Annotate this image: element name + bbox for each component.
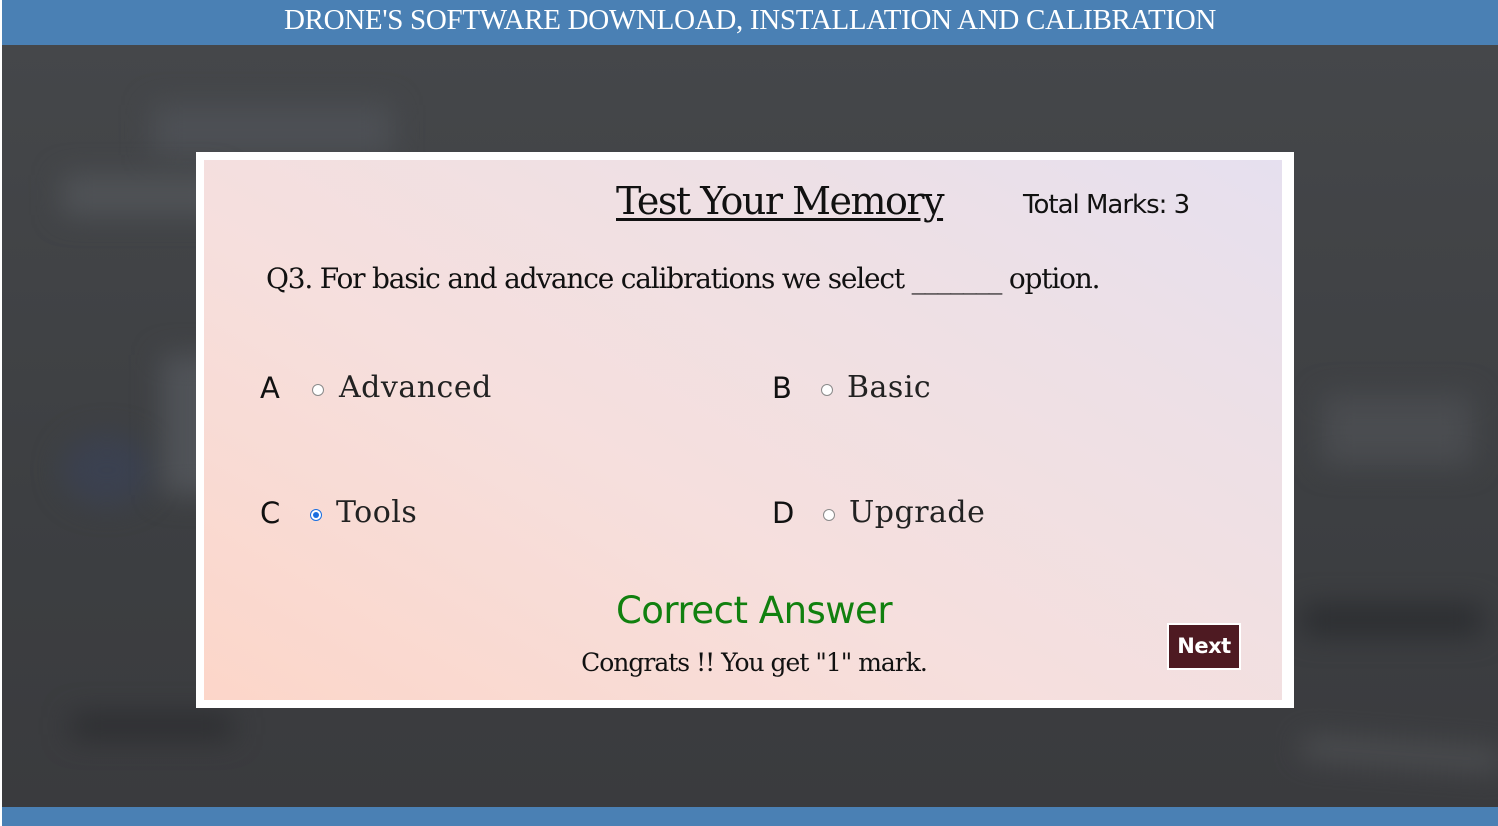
option-c-label[interactable]: Tools xyxy=(336,496,417,530)
option-b-label[interactable]: Basic xyxy=(847,371,931,405)
question-text: Q3. For basic and advance calibrations w… xyxy=(266,262,1100,295)
option-b-letter: B xyxy=(772,371,792,405)
option-a-label[interactable]: Advanced xyxy=(339,371,492,405)
quiz-panel: Test Your Memory Total Marks: 3 Q3. For … xyxy=(204,160,1282,700)
option-a-radio[interactable] xyxy=(312,384,324,396)
total-marks: Total Marks: 3 xyxy=(1023,190,1190,220)
result-text: Correct Answer xyxy=(615,589,893,632)
next-button[interactable]: Next xyxy=(1167,623,1241,670)
page-header: DRONE'S SOFTWARE DOWNLOAD, INSTALLATION … xyxy=(2,0,1498,45)
page-footer xyxy=(2,807,1498,826)
option-d-label[interactable]: Upgrade xyxy=(849,496,985,530)
option-d-letter: D xyxy=(772,496,795,530)
congrats-message: Congrats !! You get "1" mark. xyxy=(581,648,928,677)
page-title: DRONE'S SOFTWARE DOWNLOAD, INSTALLATION … xyxy=(283,4,1217,36)
quiz-modal: Test Your Memory Total Marks: 3 Q3. For … xyxy=(196,152,1294,708)
option-c-letter: C xyxy=(260,496,281,530)
option-b-radio[interactable] xyxy=(821,384,833,396)
option-d-radio[interactable] xyxy=(823,509,835,521)
option-a-letter: A xyxy=(260,371,280,405)
quiz-title: Test Your Memory xyxy=(616,179,945,223)
option-c-radio[interactable] xyxy=(310,509,322,521)
